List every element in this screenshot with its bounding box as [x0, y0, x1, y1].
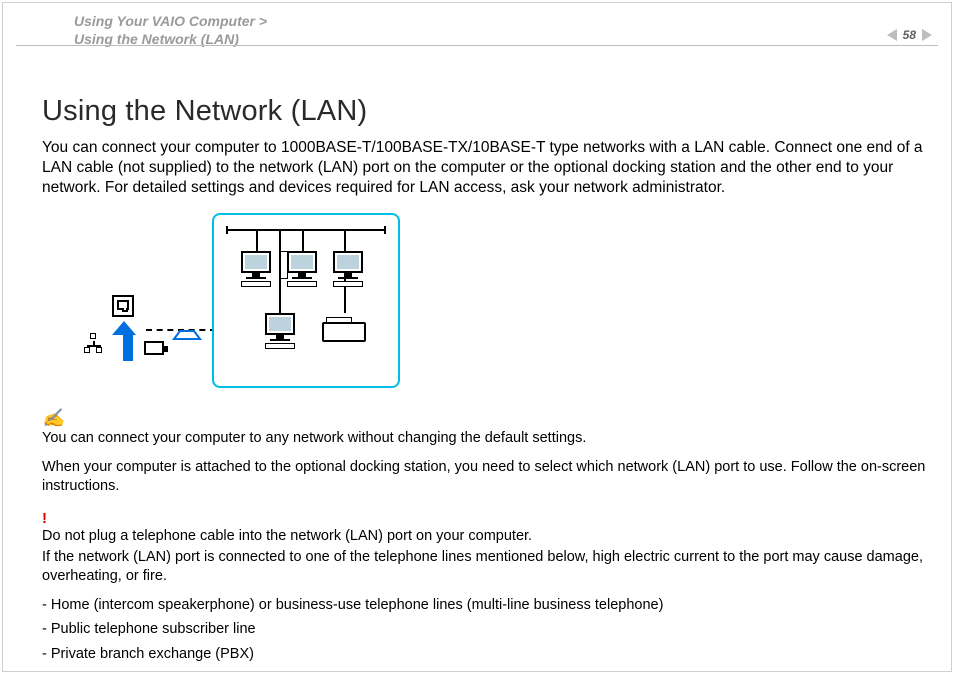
note-block: ✍ You can connect your computer to any n… [42, 408, 936, 496]
list-item: - Home (intercom speakerphone) or busine… [42, 596, 936, 615]
computer-icon [234, 251, 278, 295]
warning-line-1: Do not plug a telephone cable into the n… [42, 527, 936, 546]
computer-icon [326, 251, 370, 295]
breadcrumb: Using Your VAIO Computer > Using the Net… [74, 12, 267, 48]
warning-icon: ! [42, 510, 936, 527]
note-text-1: You can connect your computer to any net… [42, 429, 936, 448]
breadcrumb-section[interactable]: Using Your VAIO Computer [74, 13, 255, 29]
computer-icon [280, 251, 324, 295]
intro-paragraph: You can connect your computer to 1000BAS… [42, 138, 936, 197]
page-title: Using the Network (LAN) [42, 95, 936, 128]
prev-page-icon[interactable] [887, 29, 897, 41]
lan-port-icon [112, 295, 134, 317]
network-diagram [42, 213, 936, 398]
page-nav: 58 [887, 28, 932, 42]
docking-station-icon [172, 329, 202, 339]
list-item: - Private branch exchange (PBX) [42, 645, 936, 664]
note-text-2: When your computer is attached to the op… [42, 458, 936, 496]
printer-icon [322, 317, 368, 347]
lan-symbol-icon [84, 333, 104, 353]
lan-plug-icon [144, 341, 164, 355]
document-page: Using Your VAIO Computer > Using the Net… [0, 0, 954, 674]
list-item: - Public telephone subscriber line [42, 620, 936, 639]
computer-icon [258, 313, 302, 357]
header-divider [16, 45, 938, 46]
next-page-icon[interactable] [922, 29, 932, 41]
arrow-up-icon [119, 321, 136, 361]
breadcrumb-separator: > [259, 13, 267, 29]
content-area: Using the Network (LAN) You can connect … [42, 95, 936, 670]
warning-line-2: If the network (LAN) port is connected t… [42, 548, 936, 586]
warning-block: ! Do not plug a telephone cable into the… [42, 510, 936, 664]
note-icon: ✍ [42, 408, 936, 429]
page-number: 58 [903, 28, 916, 42]
lan-network-box [212, 213, 400, 388]
